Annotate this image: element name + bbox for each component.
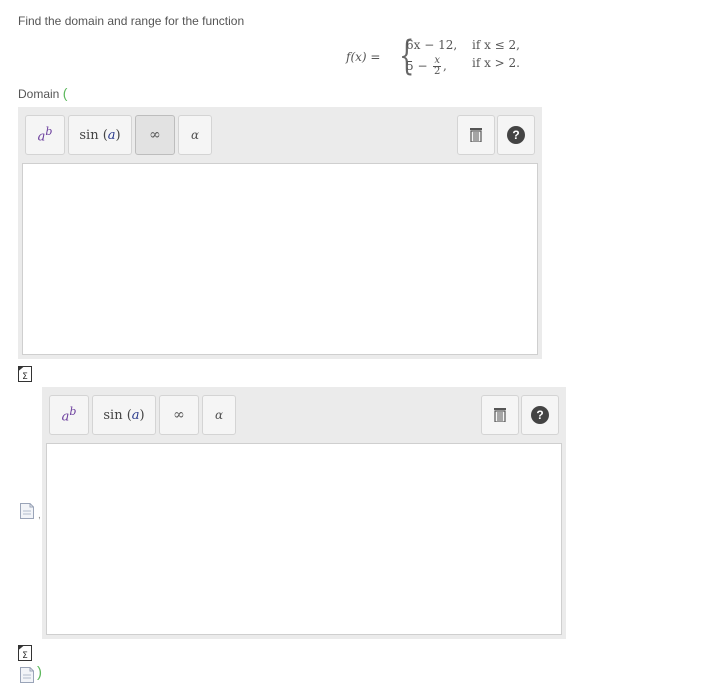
alpha-symbol: α xyxy=(190,128,200,142)
case2-fraction: x 2 xyxy=(433,56,441,77)
case2-expression: 5 − x 2 , xyxy=(406,56,447,77)
svg-text:Σ: Σ xyxy=(22,372,28,382)
problem-prompt: Find the domain and range for the functi… xyxy=(18,14,245,28)
infinity-symbol: ∞ xyxy=(149,127,161,143)
close-paren: ) xyxy=(37,664,42,681)
math-editor-1: ab sin (a) ∞ α ? xyxy=(18,107,542,359)
case1-condition: if x ≤ 2, xyxy=(472,38,520,52)
trash-icon xyxy=(470,128,482,142)
domain-label: Domain xyxy=(18,87,60,101)
equation-editor-icon[interactable]: Σ xyxy=(18,366,32,382)
function-lhs: f(x) = xyxy=(346,50,381,64)
editor-toolbar-2: ab sin (a) ∞ α ? xyxy=(42,387,566,443)
infinity-button[interactable]: ∞ xyxy=(135,115,175,155)
power-button[interactable]: ab xyxy=(49,395,89,435)
case2-condition: if x > 2. xyxy=(472,56,520,70)
sin-label: sin xyxy=(79,127,99,143)
infinity-button[interactable]: ∞ xyxy=(159,395,199,435)
clear-button[interactable] xyxy=(457,115,495,155)
open-paren: ( xyxy=(62,85,68,101)
help-icon: ? xyxy=(507,126,525,144)
alpha-button[interactable]: α xyxy=(202,395,236,435)
math-editor-2: ab sin (a) ∞ α ? xyxy=(42,387,566,639)
domain-start-input[interactable] xyxy=(22,163,538,355)
domain-end-input[interactable] xyxy=(46,443,562,635)
help-button[interactable]: ? xyxy=(497,115,535,155)
text-field-icon[interactable] xyxy=(20,503,34,519)
alpha-symbol: α xyxy=(214,408,224,422)
domain-label-row: Domain ( xyxy=(18,85,67,101)
trash-icon xyxy=(494,408,506,422)
text-field-icon[interactable] xyxy=(20,667,34,683)
equation-editor-icon[interactable]: Σ xyxy=(18,645,32,661)
clear-button[interactable] xyxy=(481,395,519,435)
case2-prefix: 5 − xyxy=(406,59,428,73)
sin-button[interactable]: sin (a) xyxy=(68,115,132,155)
help-button[interactable]: ? xyxy=(521,395,559,435)
case1-expression: 6x − 12, xyxy=(406,38,458,52)
infinity-symbol: ∞ xyxy=(173,407,185,423)
power-exponent: b xyxy=(45,125,53,139)
editor-toolbar-1: ab sin (a) ∞ α ? xyxy=(18,107,542,163)
alpha-button[interactable]: α xyxy=(178,115,212,155)
interval-separator: , xyxy=(38,510,41,521)
sin-arg: a xyxy=(131,407,140,423)
power-button[interactable]: ab xyxy=(25,115,65,155)
sin-label: sin xyxy=(103,407,123,423)
case2-suffix: , xyxy=(442,59,447,73)
sin-arg: a xyxy=(107,127,116,143)
svg-text:Σ: Σ xyxy=(22,651,28,661)
fraction-denominator: 2 xyxy=(433,66,441,77)
help-icon: ? xyxy=(531,406,549,424)
sin-button[interactable]: sin (a) xyxy=(92,395,156,435)
power-exponent: b xyxy=(69,405,77,419)
